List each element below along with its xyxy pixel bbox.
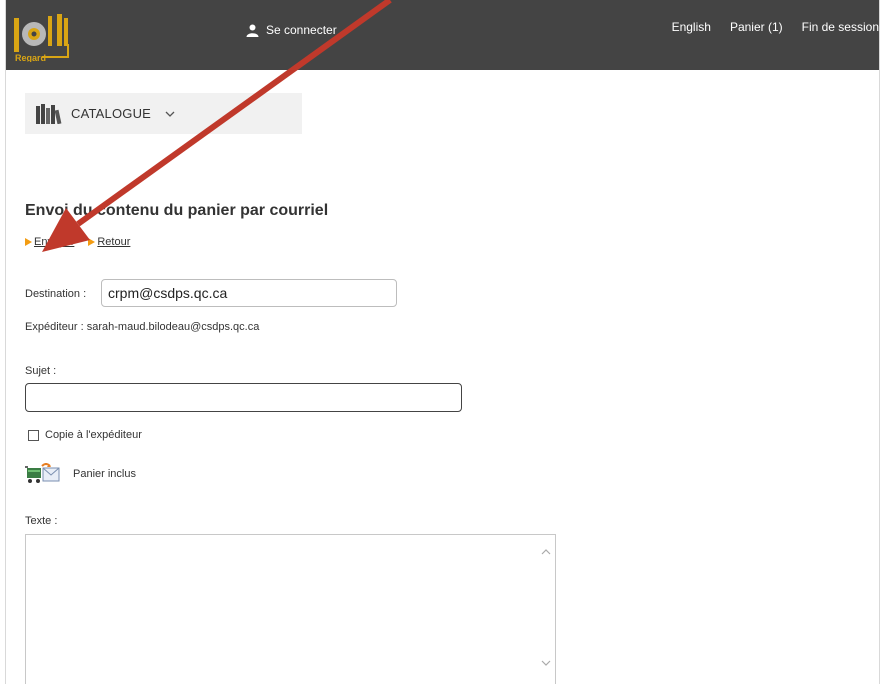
destination-input[interactable] [101,279,397,307]
page-border-left [5,0,6,684]
login-label: Se connecter [266,23,337,37]
send-label: Envoyer [34,236,75,248]
back-link[interactable]: Retour [88,236,130,248]
cart-included-label: Panier inclus [73,468,136,480]
copy-sender-label: Copie à l'expéditeur [45,429,142,441]
chevron-down-icon [165,111,175,117]
sender-text: Expéditeur : sarah-maud.bilodeau@csdps.q… [25,321,260,333]
top-nav: English Panier (1) Fin de session [672,20,879,34]
nav-english[interactable]: English [672,20,711,34]
nav-cart[interactable]: Panier (1) [730,20,783,34]
books-icon [36,103,62,124]
send-link[interactable]: Envoyer [25,236,74,248]
text-label: Texte : [25,515,58,527]
triangle-right-icon [25,238,32,246]
subject-label: Sujet : [25,365,57,377]
copy-sender-checkbox[interactable] [28,429,39,441]
nav-logout[interactable]: Fin de session [802,20,879,34]
subject-input[interactable] [25,383,462,412]
scroll-down-icon[interactable] [541,660,551,667]
cart-included-row: Panier inclus [25,463,136,485]
triangle-right-icon [88,238,96,246]
back-label: Retour [97,236,131,248]
login-link[interactable]: Se connecter [246,20,337,40]
action-links: Envoyer Retour [25,236,130,248]
message-textarea[interactable] [25,534,556,684]
top-bar: Regard Se connecter English Panier (1) F… [6,0,879,70]
catalogue-label: CATALOGUE [71,106,152,121]
logo-icon[interactable]: Regard [12,10,82,62]
page-title: Envoi du contenu du panier par courriel [25,202,329,219]
destination-label: Destination : [25,288,87,300]
scroll-up-icon[interactable] [541,548,551,555]
page-border-right [879,0,880,684]
page: Regard Se connecter English Panier (1) F… [0,0,881,684]
cart-mail-icon [25,463,60,483]
logo-text: Regard [15,53,46,62]
catalogue-menu[interactable]: CATALOGUE [25,93,302,134]
user-icon [246,24,259,37]
copy-sender-row[interactable]: Copie à l'expéditeur [28,429,142,441]
